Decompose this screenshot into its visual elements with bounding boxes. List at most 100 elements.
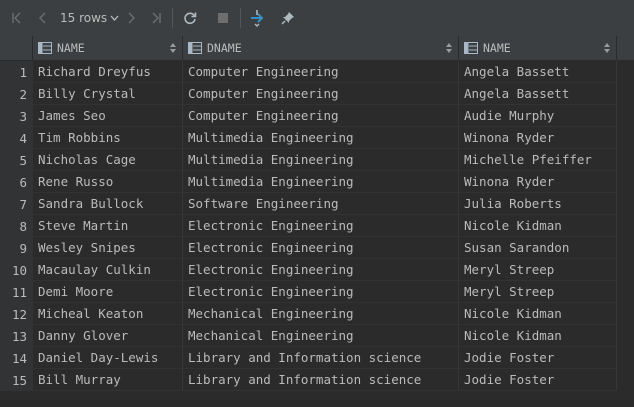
row-number: 2 xyxy=(0,83,33,105)
column-header-name-2[interactable]: NAME xyxy=(459,36,617,60)
rows-count-select[interactable]: 15 rows xyxy=(60,9,119,27)
cell-dname[interactable]: Computer Engineering xyxy=(183,61,459,83)
cell-name[interactable]: Micheal Keaton xyxy=(33,303,183,325)
table-row[interactable]: 13 Danny Glover Mechanical Engineering N… xyxy=(0,325,634,347)
cell-name-2[interactable]: Nicole Kidman xyxy=(459,215,617,237)
chevron-down-icon xyxy=(110,15,119,21)
row-number: 6 xyxy=(0,171,33,193)
cell-dname[interactable]: Computer Engineering xyxy=(183,83,459,105)
table-row[interactable]: 5 Nicholas Cage Multimedia Engineering M… xyxy=(0,149,634,171)
table-column-icon xyxy=(38,42,52,54)
row-number-header xyxy=(0,36,33,60)
cell-name-2[interactable]: Winona Ryder xyxy=(459,127,617,149)
cell-dname[interactable]: Computer Engineering xyxy=(183,105,459,127)
row-number: 11 xyxy=(0,281,33,303)
table-column-icon xyxy=(464,42,478,54)
table-row[interactable]: 4 Tim Robbins Multimedia Engineering Win… xyxy=(0,127,634,149)
row-number: 7 xyxy=(0,193,33,215)
cell-name[interactable]: Billy Crystal xyxy=(33,83,183,105)
toolbar-divider xyxy=(172,8,173,28)
cell-name-2[interactable]: Susan Sarandon xyxy=(459,237,617,259)
cell-dname[interactable]: Mechanical Engineering xyxy=(183,303,459,325)
table-row[interactable]: 6 Rene Russo Multimedia Engineering Wino… xyxy=(0,171,634,193)
row-number: 9 xyxy=(0,237,33,259)
cell-name[interactable]: Wesley Snipes xyxy=(33,237,183,259)
cell-dname[interactable]: Electronic Engineering xyxy=(183,215,459,237)
cell-name-2[interactable]: Jodie Foster xyxy=(459,347,617,369)
row-number: 1 xyxy=(0,61,33,83)
row-number: 12 xyxy=(0,303,33,325)
table-row[interactable]: 15 Bill Murray Library and Information s… xyxy=(0,369,634,391)
previous-page-icon[interactable] xyxy=(35,9,51,27)
cell-dname[interactable]: Electronic Engineering xyxy=(183,259,459,281)
refresh-icon[interactable] xyxy=(181,9,199,27)
result-toolbar: 15 rows xyxy=(0,0,634,37)
row-number: 15 xyxy=(0,369,33,391)
table-row[interactable]: 10 Macaulay Culkin Electronic Engineerin… xyxy=(0,259,634,281)
cell-dname[interactable]: Electronic Engineering xyxy=(183,281,459,303)
cell-name[interactable]: Demi Moore xyxy=(33,281,183,303)
table-row[interactable]: 11 Demi Moore Electronic Engineering Mer… xyxy=(0,281,634,303)
cell-dname[interactable]: Software Engineering xyxy=(183,193,459,215)
cell-name-2[interactable]: Audie Murphy xyxy=(459,105,617,127)
cell-name[interactable]: Macaulay Culkin xyxy=(33,259,183,281)
column-header-label: DNAME xyxy=(207,41,242,55)
grid-header: NAME DNAME NAME xyxy=(0,36,634,61)
cell-name[interactable]: Richard Dreyfus xyxy=(33,61,183,83)
cell-dname[interactable]: Library and Information science xyxy=(183,347,459,369)
cell-dname[interactable]: Multimedia Engineering xyxy=(183,127,459,149)
cell-name[interactable]: Danny Glover xyxy=(33,325,183,347)
cell-name-2[interactable]: Nicole Kidman xyxy=(459,325,617,347)
first-page-icon[interactable] xyxy=(9,9,25,27)
table-row[interactable]: 2 Billy Crystal Computer Engineering Ang… xyxy=(0,83,634,105)
cell-name-2[interactable]: Nicole Kidman xyxy=(459,303,617,325)
last-page-icon[interactable] xyxy=(148,9,164,27)
table-row[interactable]: 1 Richard Dreyfus Computer Engineering A… xyxy=(0,61,634,83)
cell-dname[interactable]: Library and Information science xyxy=(183,369,459,391)
cell-name[interactable]: Rene Russo xyxy=(33,171,183,193)
cell-name-2[interactable]: Michelle Pfeiffer xyxy=(459,149,617,171)
cell-name-2[interactable]: Angela Bassett xyxy=(459,61,617,83)
cell-name[interactable]: Steve Martin xyxy=(33,215,183,237)
table-row[interactable]: 9 Wesley Snipes Electronic Engineering S… xyxy=(0,237,634,259)
cell-name-2[interactable]: Meryl Streep xyxy=(459,259,617,281)
row-number: 3 xyxy=(0,105,33,127)
column-header-name[interactable]: NAME xyxy=(33,36,183,60)
toolbar-divider xyxy=(240,8,241,28)
cell-name-2[interactable]: Jodie Foster xyxy=(459,369,617,391)
transpose-icon[interactable] xyxy=(247,9,267,27)
row-number: 4 xyxy=(0,127,33,149)
cell-name-2[interactable]: Julia Roberts xyxy=(459,193,617,215)
cell-name-2[interactable]: Angela Bassett xyxy=(459,83,617,105)
cell-name[interactable]: Bill Murray xyxy=(33,369,183,391)
sort-icon[interactable] xyxy=(170,42,176,54)
table-row[interactable]: 3 James Seo Computer Engineering Audie M… xyxy=(0,105,634,127)
cell-name[interactable]: James Seo xyxy=(33,105,183,127)
row-number: 5 xyxy=(0,149,33,171)
cell-name[interactable]: Sandra Bullock xyxy=(33,193,183,215)
table-row[interactable]: 8 Steve Martin Electronic Engineering Ni… xyxy=(0,215,634,237)
sort-icon[interactable] xyxy=(604,42,610,54)
next-page-icon[interactable] xyxy=(123,9,139,27)
cell-name-2[interactable]: Winona Ryder xyxy=(459,171,617,193)
cell-dname[interactable]: Multimedia Engineering xyxy=(183,149,459,171)
cell-name[interactable]: Nicholas Cage xyxy=(33,149,183,171)
column-header-dname[interactable]: DNAME xyxy=(183,36,459,60)
cell-dname[interactable]: Electronic Engineering xyxy=(183,237,459,259)
cell-dname[interactable]: Mechanical Engineering xyxy=(183,325,459,347)
stop-icon[interactable] xyxy=(214,9,232,27)
table-row[interactable]: 12 Micheal Keaton Mechanical Engineering… xyxy=(0,303,634,325)
rows-count-label: 15 rows xyxy=(60,11,108,25)
cell-dname[interactable]: Multimedia Engineering xyxy=(183,171,459,193)
table-row[interactable]: 7 Sandra Bullock Software Engineering Ju… xyxy=(0,193,634,215)
column-header-label: NAME xyxy=(483,41,511,55)
pin-icon[interactable] xyxy=(279,9,297,27)
row-number: 13 xyxy=(0,325,33,347)
table-row[interactable]: 14 Daniel Day-Lewis Library and Informat… xyxy=(0,347,634,369)
result-grid: NAME DNAME NAME 1 Richard Dreyfus Comput… xyxy=(0,36,634,407)
cell-name[interactable]: Tim Robbins xyxy=(33,127,183,149)
cell-name-2[interactable]: Meryl Streep xyxy=(459,281,617,303)
cell-name[interactable]: Daniel Day-Lewis xyxy=(33,347,183,369)
sort-icon[interactable] xyxy=(446,42,452,54)
table-column-icon xyxy=(188,42,202,54)
